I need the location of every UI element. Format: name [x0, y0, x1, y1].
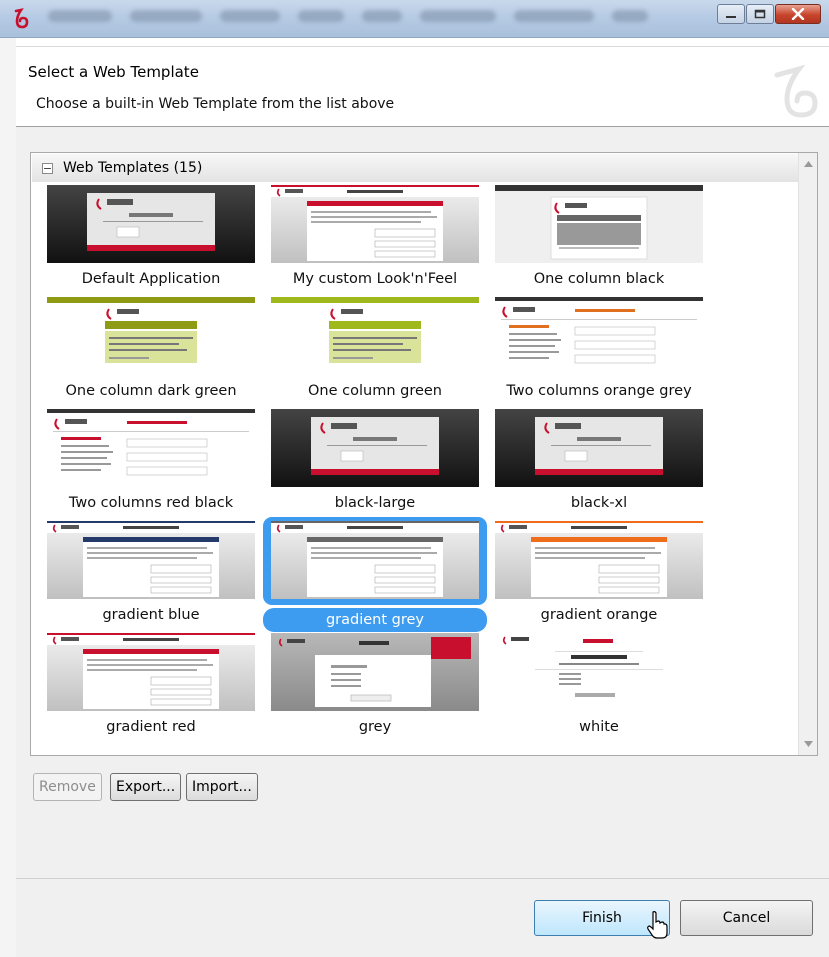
minimize-icon[interactable] — [717, 4, 745, 24]
import-button[interactable]: Import... — [186, 773, 258, 801]
template-thumbnail[interactable] — [271, 297, 479, 375]
remove-button[interactable]: Remove — [33, 773, 102, 801]
template-tile[interactable]: gradient blue — [39, 521, 259, 633]
template-tile[interactable]: Two columns orange grey — [487, 297, 707, 409]
template-tile[interactable]: white — [487, 633, 707, 745]
template-tile[interactable]: One column black — [487, 185, 707, 297]
vertical-scrollbar[interactable] — [798, 153, 817, 755]
template-thumbnail[interactable] — [47, 185, 255, 263]
template-thumbnail[interactable] — [271, 521, 479, 599]
template-thumbnail[interactable] — [47, 409, 255, 487]
collapse-icon[interactable]: − — [42, 162, 53, 174]
close-icon[interactable] — [775, 4, 821, 24]
template-thumbnail[interactable] — [47, 633, 255, 711]
template-tile[interactable]: black-xl — [487, 409, 707, 521]
mouse-pointer-icon — [647, 911, 668, 939]
template-label: gradient orange — [540, 607, 658, 623]
group-label: Web Templates (15) — [63, 160, 203, 176]
bonita-watermark-icon — [774, 64, 818, 118]
template-thumbnail[interactable] — [495, 521, 703, 599]
template-tile[interactable]: gradient orange — [487, 521, 707, 633]
cancel-button[interactable]: Cancel — [680, 900, 813, 936]
template-label: gradient blue — [102, 607, 200, 623]
template-thumbnail[interactable] — [495, 297, 703, 375]
group-header[interactable]: − Web Templates (15) — [32, 154, 798, 182]
template-tile[interactable]: Two columns red black — [39, 409, 259, 521]
template-gallery[interactable]: − Web Templates (15) Default Application — [30, 152, 818, 756]
template-tile[interactable]: black-large — [263, 409, 483, 521]
template-tile[interactable]: Default Application — [39, 185, 259, 297]
template-thumbnail[interactable] — [271, 409, 479, 487]
blurred-menu-bar — [48, 10, 649, 24]
template-tile[interactable]: grey — [263, 633, 483, 745]
template-thumbnail[interactable] — [495, 633, 703, 711]
title-bar — [0, 0, 829, 38]
template-tile[interactable]: One column dark green — [39, 297, 259, 409]
template-label: One column black — [533, 271, 665, 287]
page-description: Choose a built-in Web Template from the … — [36, 96, 395, 112]
template-thumbnail[interactable] — [495, 409, 703, 487]
template-tile[interactable]: My custom Look'n'Feel — [263, 185, 483, 297]
page-title: Select a Web Template — [28, 63, 199, 81]
template-label: Two columns red black — [68, 495, 234, 511]
template-thumbnail[interactable] — [271, 185, 479, 263]
template-label: One column green — [308, 383, 442, 399]
template-thumbnail[interactable] — [495, 185, 703, 263]
template-tile[interactable]: gradient grey — [263, 517, 487, 633]
dialog-header: Select a Web Template Choose a built-in … — [16, 46, 829, 126]
maximize-icon[interactable] — [746, 4, 774, 24]
template-label: Default Application — [81, 271, 221, 287]
scroll-down-icon[interactable] — [804, 741, 813, 747]
template-label: One column dark green — [65, 383, 237, 399]
template-label: white — [579, 719, 619, 735]
template-thumbnail[interactable] — [47, 521, 255, 599]
template-label: Two columns orange grey — [506, 383, 692, 399]
export-button[interactable]: Export... — [110, 773, 182, 801]
template-label: gradient grey — [263, 608, 487, 632]
template-label: gradient red — [106, 719, 196, 735]
template-label: My custom Look'n'Feel — [292, 271, 458, 287]
template-label: black-large — [334, 495, 416, 511]
template-thumbnail[interactable] — [271, 633, 479, 711]
template-label: grey — [358, 719, 392, 735]
template-tile[interactable]: gradient red — [39, 633, 259, 745]
footer-separator — [16, 878, 829, 879]
template-tile[interactable]: One column green — [263, 297, 483, 409]
template-thumbnail[interactable] — [47, 297, 255, 375]
window-edge — [0, 38, 16, 957]
bonita-logo-icon — [14, 8, 29, 29]
scroll-up-icon[interactable] — [804, 161, 813, 167]
template-label: black-xl — [570, 495, 628, 511]
